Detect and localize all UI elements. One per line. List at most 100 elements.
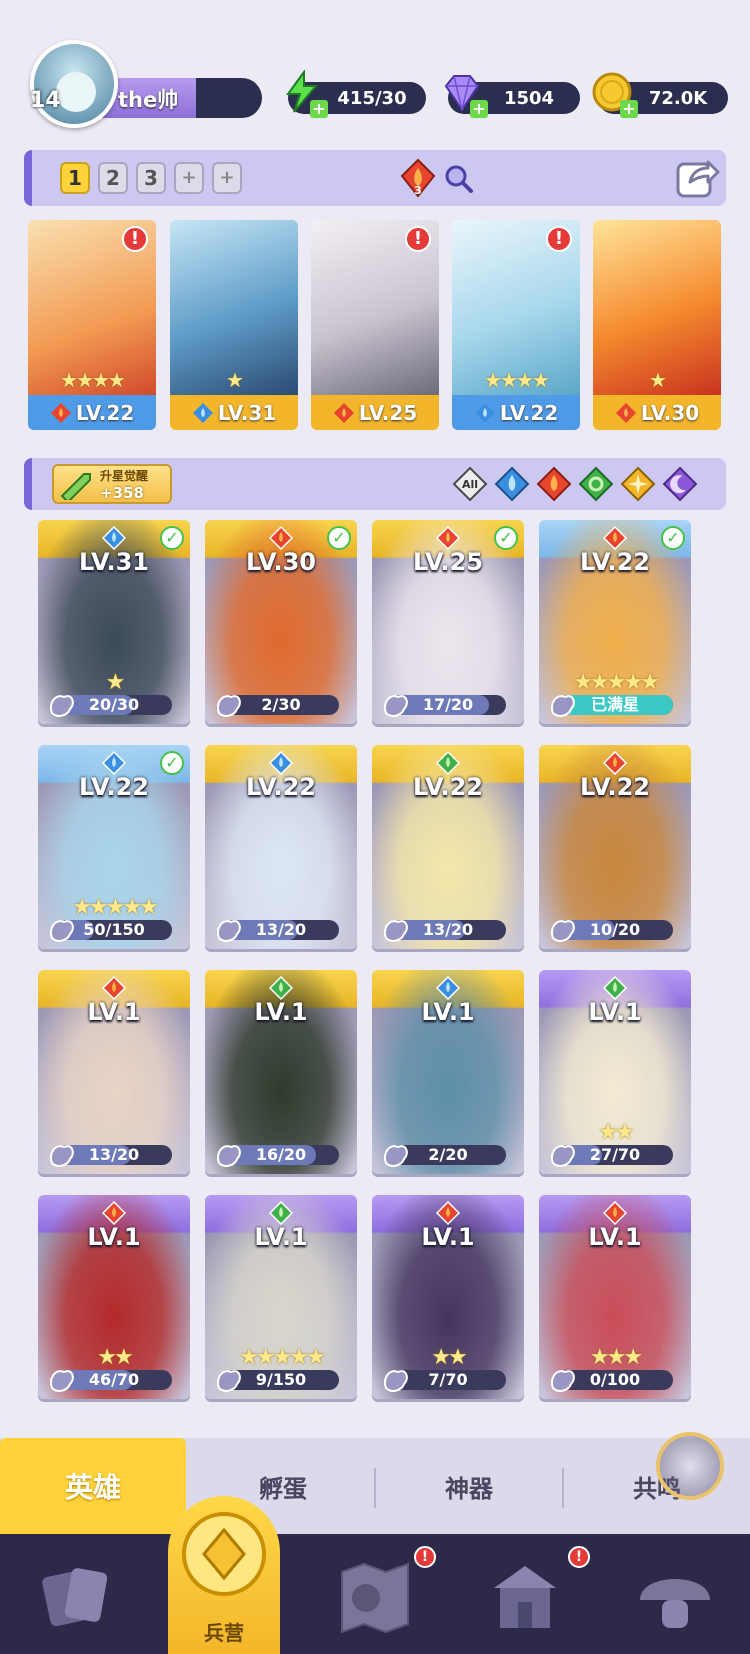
shard-count: 9/150 bbox=[255, 1370, 307, 1389]
add-gold-icon[interactable]: + bbox=[620, 100, 638, 118]
shard-progress-bar: 13/20 bbox=[217, 920, 339, 942]
tab-resonance[interactable]: 共鸣 bbox=[564, 1438, 750, 1534]
hero-card[interactable]: ✓ LV.30 2/30 bbox=[205, 520, 357, 724]
hero-level: LV.22 bbox=[413, 773, 483, 801]
star-awaken-button[interactable]: 升星觉醒 +358 bbox=[52, 464, 172, 504]
add-gem-icon[interactable]: + bbox=[470, 100, 488, 118]
add-team-slot-button-2[interactable]: + bbox=[212, 162, 242, 194]
wind-element-icon bbox=[436, 751, 460, 775]
shard-progress-bar: 27/70 bbox=[551, 1145, 673, 1167]
hero-card[interactable]: LV.1 16/20 bbox=[205, 970, 357, 1174]
alert-icon: ! bbox=[405, 226, 431, 252]
team-hero-level: LV.30 bbox=[640, 400, 700, 425]
hero-card[interactable]: ✓ LV.31 ★ 20/30 bbox=[38, 520, 190, 724]
gem-counter[interactable]: + 1504 bbox=[444, 75, 580, 118]
water-element-icon bbox=[102, 751, 126, 775]
team-hero-card[interactable]: ★ LV.31 bbox=[170, 220, 298, 430]
share-icon[interactable] bbox=[674, 154, 720, 200]
search-icon[interactable] bbox=[442, 162, 474, 194]
shard-progress-bar: 13/20 bbox=[384, 920, 506, 942]
team-hero-card[interactable]: ! ★★★★ LV.22 bbox=[28, 220, 156, 430]
fire-element-icon bbox=[603, 1201, 627, 1225]
team-hero-card[interactable]: ! ★★★★ LV.22 bbox=[452, 220, 580, 430]
filter-all-icon[interactable]: All bbox=[452, 466, 488, 502]
barracks-icon bbox=[182, 1512, 266, 1596]
water-element-icon bbox=[436, 976, 460, 1000]
gold-counter[interactable]: + 72.0K bbox=[592, 72, 728, 118]
hero-card[interactable]: LV.1 ★★ 7/70 bbox=[372, 1195, 524, 1399]
team-slot-1[interactable]: 1 bbox=[60, 162, 90, 194]
shard-progress-bar: 46/70 bbox=[50, 1370, 172, 1392]
player-avatar[interactable] bbox=[30, 40, 118, 128]
nav-barracks-active[interactable]: 兵营 bbox=[168, 1496, 280, 1654]
shard-progress-bar: 已满星 bbox=[551, 695, 673, 717]
shard-progress-bar: 2/30 bbox=[217, 695, 339, 717]
shard-progress-bar: 16/20 bbox=[217, 1145, 339, 1167]
filter-water-icon[interactable] bbox=[494, 466, 530, 502]
owned-check-icon: ✓ bbox=[327, 526, 351, 550]
filter-wind-icon[interactable] bbox=[578, 466, 614, 502]
hero-card[interactable]: ✓ LV.25 17/20 bbox=[372, 520, 524, 724]
shard-count: 17/20 bbox=[422, 695, 474, 714]
water-element-icon bbox=[102, 526, 126, 550]
hero-card[interactable]: ✓ LV.22 ★★★★★ 50/150 bbox=[38, 745, 190, 949]
filter-fire-icon[interactable] bbox=[536, 466, 572, 502]
hero-card[interactable]: LV.22 13/20 bbox=[205, 745, 357, 949]
hero-stars: ★ bbox=[226, 368, 244, 392]
map-alert-icon: ! bbox=[414, 1546, 436, 1568]
tab-heroes[interactable]: 英雄 bbox=[0, 1438, 186, 1534]
shard-progress-bar: 9/150 bbox=[217, 1370, 339, 1392]
shard-count: 2/20 bbox=[428, 1145, 468, 1164]
hero-card[interactable]: LV.22 13/20 bbox=[372, 745, 524, 949]
temple-nav-icon[interactable] bbox=[480, 1552, 570, 1642]
avatar-face bbox=[56, 72, 96, 112]
add-team-slot-button[interactable]: + bbox=[174, 162, 204, 194]
sword-icon bbox=[60, 473, 91, 500]
team-hero-level-bar: LV.31 bbox=[170, 395, 298, 430]
add-energy-icon[interactable]: + bbox=[310, 100, 328, 118]
hero-card[interactable]: LV.22 10/20 bbox=[539, 745, 691, 949]
team-hero-level-bar: LV.22 bbox=[28, 395, 156, 430]
hero-card[interactable]: LV.1 ★★★★★ 9/150 bbox=[205, 1195, 357, 1399]
hero-level: LV.1 bbox=[254, 998, 308, 1026]
shard-count: 0/100 bbox=[589, 1370, 641, 1389]
hero-stars: ★★★★ bbox=[60, 368, 126, 392]
hero-card[interactable]: LV.1 ★★ 46/70 bbox=[38, 1195, 190, 1399]
fire-element-icon bbox=[102, 976, 126, 1000]
hero-level: LV.22 bbox=[580, 548, 650, 576]
hero-stars: ★★★★ bbox=[484, 368, 550, 392]
hero-card[interactable]: LV.1 ★★ 27/70 bbox=[539, 970, 691, 1174]
water-element-icon bbox=[474, 402, 495, 423]
shard-count: 16/20 bbox=[255, 1145, 307, 1164]
floating-action-button[interactable] bbox=[656, 1432, 724, 1500]
team-slot-3[interactable]: 3 bbox=[136, 162, 166, 194]
cards-nav-icon[interactable] bbox=[32, 1552, 122, 1642]
owned-check-icon: ✓ bbox=[494, 526, 518, 550]
hero-level: LV.22 bbox=[79, 773, 149, 801]
hero-card[interactable]: LV.1 ★★★ 0/100 bbox=[539, 1195, 691, 1399]
shard-progress-bar: 13/20 bbox=[50, 1145, 172, 1167]
fire-element-count-icon[interactable]: 3 bbox=[398, 158, 438, 198]
fire-element-icon bbox=[436, 526, 460, 550]
filter-light-icon[interactable] bbox=[620, 466, 656, 502]
team-hero-card[interactable]: ! LV.25 bbox=[311, 220, 439, 430]
alert-icon: ! bbox=[122, 226, 148, 252]
map-nav-icon[interactable] bbox=[330, 1552, 420, 1642]
hero-grid: ✓ LV.31 ★ 20/30 ✓ LV.30 2/30 ✓ LV.25 17/20 ✓ LV.22 ★… bbox=[38, 520, 718, 1400]
shard-progress-bar: 10/20 bbox=[551, 920, 673, 942]
hero-level: LV.1 bbox=[588, 998, 642, 1026]
owned-check-icon: ✓ bbox=[160, 751, 184, 775]
hero-card[interactable]: ✓ LV.22 ★★★★★ 已满星 bbox=[539, 520, 691, 724]
tab-artifacts[interactable]: 神器 bbox=[376, 1438, 562, 1534]
hero-card[interactable]: LV.1 2/20 bbox=[372, 970, 524, 1174]
hero-card[interactable]: LV.1 13/20 bbox=[38, 970, 190, 1174]
team-hero-card[interactable]: ★ LV.30 bbox=[593, 220, 721, 430]
filter-dark-icon[interactable] bbox=[662, 466, 698, 502]
team-lineup: ! ★★★★ LV.22 ★ LV.31 ! LV.25 ! ★★★★ LV.2… bbox=[28, 220, 724, 430]
wind-element-icon bbox=[603, 976, 627, 1000]
team-slot-2[interactable]: 2 bbox=[98, 162, 128, 194]
mushroom-nav-icon[interactable] bbox=[630, 1552, 720, 1642]
energy-counter[interactable]: + 415/30 bbox=[286, 70, 426, 118]
shard-progress-bar: 2/20 bbox=[384, 1145, 506, 1167]
awaken-title: 升星觉醒 bbox=[100, 469, 149, 483]
